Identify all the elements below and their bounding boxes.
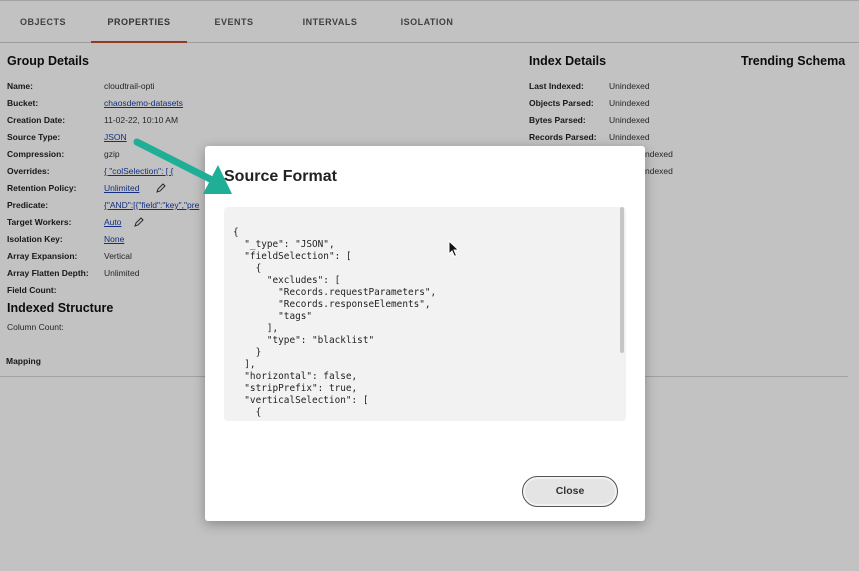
- code-scrollbar[interactable]: [620, 207, 624, 353]
- code-viewer[interactable]: { "_type": "JSON", "fieldSelection": [ {…: [224, 207, 626, 421]
- mouse-cursor-icon: [448, 240, 460, 258]
- source-format-dialog: Source Format { "_type": "JSON", "fieldS…: [205, 146, 645, 521]
- dialog-title: Source Format: [224, 168, 337, 185]
- close-button[interactable]: Close: [522, 476, 618, 507]
- source-format-json: { "_type": "JSON", "fieldSelection": [ {…: [233, 227, 437, 418]
